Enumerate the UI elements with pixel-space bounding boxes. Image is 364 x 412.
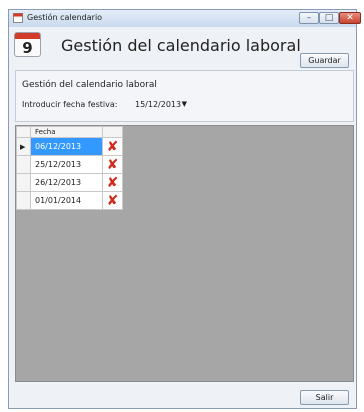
minimize-button[interactable]: –	[299, 12, 319, 24]
delete-x-icon: ✘	[106, 138, 119, 155]
exit-button[interactable]: Salir	[300, 390, 349, 405]
row-header-corner	[16, 126, 31, 138]
row-header[interactable]	[16, 173, 31, 192]
delete-x-icon: ✘	[106, 192, 119, 209]
chevron-down-icon[interactable]: ▼	[182, 100, 187, 108]
row-header[interactable]: ▶	[16, 137, 31, 156]
save-button[interactable]: Guardar	[300, 53, 349, 68]
calendar-window: Gestión calendario – □ ✕ 9 Gestión del c…	[8, 9, 361, 409]
delete-x-icon: ✘	[106, 156, 119, 173]
page-title: Gestión del calendario laboral	[61, 36, 301, 55]
title-bar[interactable]: Gestión calendario – □ ✕	[9, 10, 361, 27]
table-row[interactable]: ▶ 06/12/2013 ✘	[16, 137, 123, 156]
calendar-logo-number: 9	[22, 39, 33, 57]
delete-button[interactable]: ✘	[102, 137, 123, 156]
close-icon: ✕	[346, 13, 354, 23]
column-header-fecha[interactable]: Fecha	[30, 126, 103, 138]
calendar-icon	[13, 13, 23, 23]
holiday-date-picker[interactable]: 15/12/2013 ▼	[130, 96, 194, 111]
holidays-grid[interactable]: Fecha ▶ 06/12/2013 ✘ 25/12/2013 ✘ 26/12/…	[15, 125, 354, 382]
table-row[interactable]: 26/12/2013 ✘	[16, 173, 123, 192]
row-header[interactable]	[16, 191, 31, 210]
maximize-icon: □	[324, 13, 334, 23]
delete-x-icon: ✘	[106, 174, 119, 191]
minimize-icon: –	[306, 13, 312, 23]
group-title: Gestión del calendario laboral	[22, 80, 157, 90]
fecha-cell[interactable]: 25/12/2013	[30, 155, 103, 174]
holiday-date-label: Introducir fecha festiva:	[22, 100, 118, 109]
fecha-cell[interactable]: 26/12/2013	[30, 173, 103, 192]
fecha-cell[interactable]: 01/01/2014	[30, 191, 103, 210]
column-header-delete	[102, 126, 123, 138]
maximize-button[interactable]: □	[319, 12, 339, 24]
delete-button[interactable]: ✘	[102, 191, 123, 210]
holiday-form-group: Gestión del calendario laboral Introduci…	[15, 70, 354, 122]
delete-button[interactable]: ✘	[102, 155, 123, 174]
fecha-cell[interactable]: 06/12/2013	[30, 137, 103, 156]
calendar-logo-icon: 9	[14, 32, 41, 57]
table-row[interactable]: 01/01/2014 ✘	[16, 191, 123, 210]
table-row[interactable]: 25/12/2013 ✘	[16, 155, 123, 174]
holiday-date-value: 15/12/2013	[135, 100, 182, 109]
table-header-row: Fecha	[16, 126, 123, 138]
holidays-table: Fecha ▶ 06/12/2013 ✘ 25/12/2013 ✘ 26/12/…	[16, 126, 123, 210]
window-title: Gestión calendario	[27, 13, 103, 22]
row-selector-icon: ▶	[20, 143, 26, 151]
close-button[interactable]: ✕	[339, 12, 361, 24]
row-header[interactable]	[16, 155, 31, 174]
delete-button[interactable]: ✘	[102, 173, 123, 192]
